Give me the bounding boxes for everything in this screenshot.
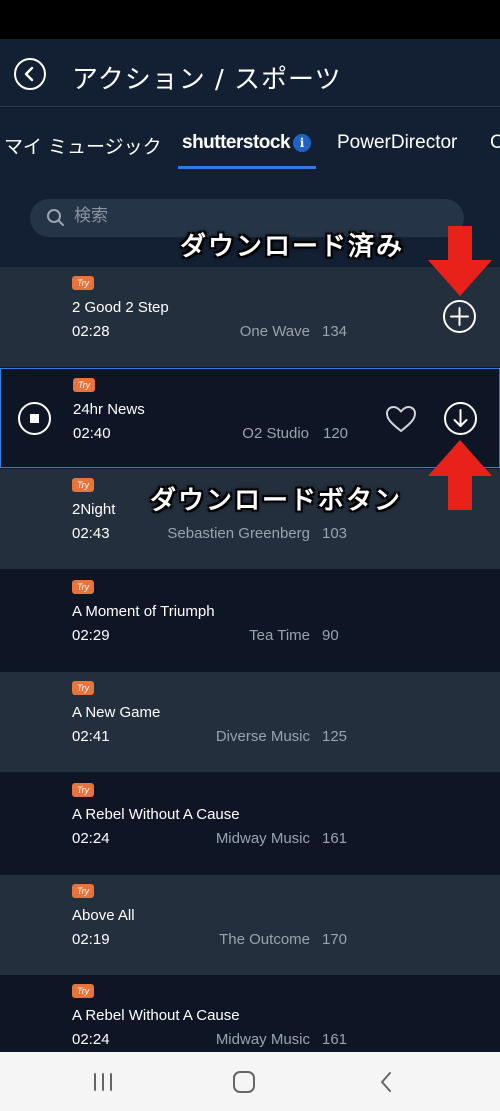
track-duration: 02:29 xyxy=(72,627,110,644)
try-badge: Try xyxy=(72,580,94,594)
try-badge: Try xyxy=(73,378,95,392)
track-artist: Sebastien Greenberg xyxy=(167,525,310,542)
track-duration: 02:41 xyxy=(72,728,110,745)
app-bar: アクション / スポーツ xyxy=(0,39,500,107)
track-bpm: 120 xyxy=(323,425,349,442)
track-duration: 02:40 xyxy=(73,425,111,442)
download-arrow-icon xyxy=(453,409,468,427)
plus-icon xyxy=(450,307,469,326)
info-icon[interactable]: i xyxy=(293,134,311,152)
track-artist: O2 Studio xyxy=(242,425,309,442)
track-bpm: 161 xyxy=(322,1031,348,1048)
track-bpm: 90 xyxy=(322,627,339,644)
track-row[interactable]: Try A New Game 02:41 Diverse Music 125 xyxy=(0,672,500,772)
system-nav-bar xyxy=(0,1052,500,1111)
search-icon xyxy=(47,209,64,226)
try-badge: Try xyxy=(72,478,94,492)
track-row-selected[interactable]: Try 24hr News 02:40 O2 Studio 120 xyxy=(0,368,500,468)
track-artist: Diverse Music xyxy=(215,728,310,745)
red-arrow-down-icon xyxy=(428,226,492,296)
track-duration: 02:24 xyxy=(72,1031,110,1048)
track-bpm: 161 xyxy=(322,830,348,847)
track-duration: 02:43 xyxy=(72,525,110,542)
track-title: A Rebel Without A Cause xyxy=(72,1007,240,1024)
back-button[interactable] xyxy=(14,58,46,90)
track-artist: The Outcome xyxy=(219,931,310,948)
try-badge: Try xyxy=(72,276,94,290)
track-title: Above All xyxy=(72,907,135,924)
track-title: 24hr News xyxy=(73,401,145,418)
heart-icon[interactable] xyxy=(385,405,417,433)
add-button[interactable] xyxy=(443,300,476,333)
tab-powerdirector[interactable]: PowerDirector xyxy=(337,132,457,154)
try-badge: Try xyxy=(72,681,94,695)
track-bpm: 134 xyxy=(322,323,348,340)
track-row[interactable]: Try A Rebel Without A Cause 02:24 Midway… xyxy=(0,774,500,874)
stop-button[interactable] xyxy=(18,402,51,435)
tab-next[interactable]: C xyxy=(490,132,500,154)
track-title: 2 Good 2 Step xyxy=(72,299,169,316)
stop-icon xyxy=(30,414,39,423)
try-badge: Try xyxy=(72,783,94,797)
back-arrow-icon xyxy=(24,66,34,82)
track-artist: One Wave xyxy=(239,323,310,340)
track-duration: 02:19 xyxy=(72,931,110,948)
track-row[interactable]: Try A Moment of Triumph 02:29 Tea Time 9… xyxy=(0,571,500,671)
try-badge: Try xyxy=(72,884,94,898)
track-title: A New Game xyxy=(72,704,161,721)
annotation-downloaded: ダウンロード済み xyxy=(180,232,405,262)
tab-shutterstock[interactable]: shutterstock xyxy=(182,132,291,154)
track-bpm: 170 xyxy=(322,931,348,948)
track-artist: Midway Music xyxy=(215,1031,310,1048)
track-artist: Tea Time xyxy=(249,627,310,644)
track-title: 2Night xyxy=(72,501,116,518)
page-title: アクション / スポーツ xyxy=(72,65,342,95)
track-row[interactable]: Try Above All 02:19 The Outcome 170 xyxy=(0,875,500,975)
track-title: A Rebel Without A Cause xyxy=(72,806,240,823)
track-title: A Moment of Triumph xyxy=(72,603,215,620)
track-duration: 02:28 xyxy=(72,323,110,340)
try-badge: Try xyxy=(72,984,94,998)
active-tab-indicator xyxy=(178,166,316,169)
status-bar xyxy=(0,0,500,39)
track-artist: Midway Music xyxy=(215,830,310,847)
annotation-download-button: ダウンロードボタン xyxy=(150,486,403,516)
search-input[interactable] xyxy=(74,206,274,226)
recent-apps-icon[interactable] xyxy=(88,1068,118,1096)
red-arrow-up-icon xyxy=(428,440,492,510)
track-duration: 02:24 xyxy=(72,830,110,847)
download-button[interactable] xyxy=(444,402,477,435)
tab-bar: マイ ミュージック shutterstock PowerDirector C xyxy=(0,108,500,172)
track-bpm: 103 xyxy=(322,525,348,542)
home-icon[interactable] xyxy=(229,1068,259,1096)
back-nav-icon[interactable] xyxy=(372,1068,402,1096)
track-bpm: 125 xyxy=(322,728,348,745)
track-row[interactable]: Try 2 Good 2 Step 02:28 One Wave 134 xyxy=(0,267,500,367)
tab-my-music[interactable]: マイ ミュージック xyxy=(4,132,162,159)
